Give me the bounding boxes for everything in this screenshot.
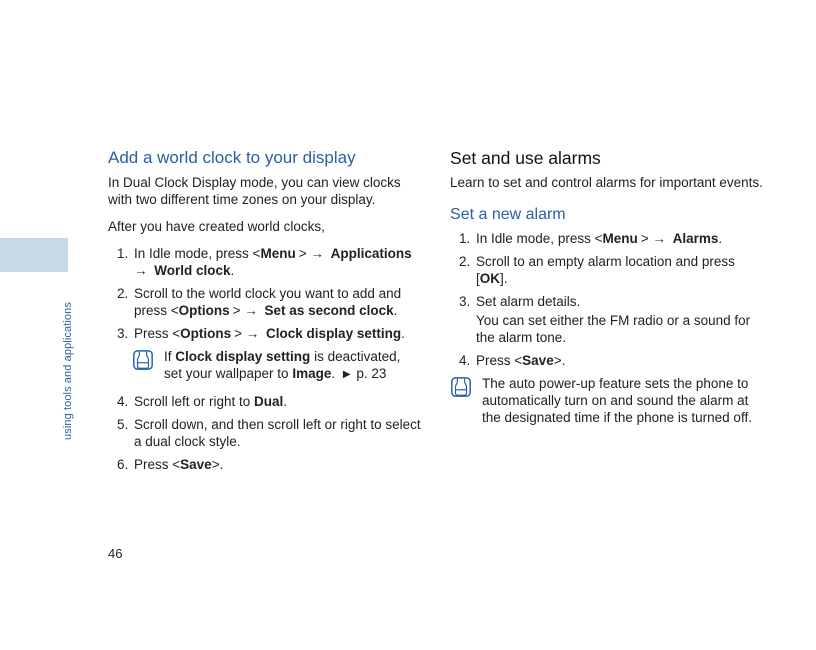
left-intro-1: In Dual Clock Display mode, you can view… (108, 174, 422, 208)
arrow-icon: > → (231, 326, 266, 341)
text: >. (212, 457, 224, 472)
arrow-icon: > → (638, 231, 673, 246)
text: . (331, 366, 339, 381)
left-step-4: Scroll left or right to Dual. (132, 393, 422, 410)
clock-display-setting-key: Clock display setting (266, 326, 401, 341)
left-step-3: Press <Options> → Clock display setting. (132, 325, 422, 342)
text: . (231, 263, 235, 278)
text: . (401, 326, 405, 341)
image-key: Image (292, 366, 331, 381)
second-clock-key: Set as second clock (265, 303, 394, 318)
note-icon (450, 376, 472, 398)
menu-key: Menu (602, 231, 637, 246)
text: Press < (134, 326, 180, 341)
text: Scroll left or right to (134, 394, 254, 409)
alarms-key: Alarms (673, 231, 719, 246)
text: . (394, 303, 398, 318)
text: Set alarm details. (476, 294, 580, 309)
text: . (283, 394, 287, 409)
side-tab-background (0, 238, 68, 272)
text: You can set either the FM radio or a sou… (476, 312, 768, 346)
left-steps-list: In Idle mode, press <Menu> → Application… (108, 245, 422, 342)
left-steps-list-continued: Scroll left or right to Dual. Scroll dow… (108, 393, 422, 473)
right-subheading: Set a new alarm (450, 205, 768, 224)
right-step-2: Scroll to an empty alarm location and pr… (474, 253, 768, 287)
clock-display-setting-key: Clock display setting (175, 349, 310, 364)
text: In Idle mode, press < (476, 231, 602, 246)
arrow-icon: > → (230, 303, 265, 318)
text: In Idle mode, press < (134, 246, 260, 261)
right-note-text: The auto power-up feature sets the phone… (482, 375, 768, 426)
left-note: If Clock display setting is deactivated,… (132, 348, 422, 383)
text: . (718, 231, 722, 246)
note-icon (132, 349, 154, 371)
text: Press < (476, 353, 522, 368)
options-key: Options (180, 326, 231, 341)
menu-key: Menu (260, 246, 295, 261)
left-note-text: If Clock display setting is deactivated,… (164, 348, 422, 383)
left-column: Add a world clock to your display In Dua… (108, 148, 422, 479)
triangle-icon: ▶ (339, 369, 353, 380)
page-number: 46 (108, 546, 122, 561)
arrow-icon: > → (296, 246, 331, 261)
right-step-1: In Idle mode, press <Menu> → Alarms. (474, 230, 768, 247)
right-column: Set and use alarms Learn to set and cont… (450, 148, 768, 479)
right-intro: Learn to set and control alarms for impo… (450, 174, 768, 191)
text: >. (554, 353, 566, 368)
options-key: Options (179, 303, 230, 318)
note-page-ref: p. 23 (353, 366, 387, 381)
right-step-4: Press <Save>. (474, 352, 768, 369)
ok-key: OK (480, 271, 500, 286)
left-step-6: Press <Save>. (132, 456, 422, 473)
left-step-2: Scroll to the world clock you want to ad… (132, 285, 422, 319)
left-step-5: Scroll down, and then scroll left or rig… (132, 416, 422, 450)
text: If (164, 349, 175, 364)
text: Scroll to an empty alarm location and pr… (476, 254, 735, 286)
right-step-3: Set alarm details. You can set either th… (474, 293, 768, 346)
text: Press < (134, 457, 180, 472)
save-key: Save (180, 457, 212, 472)
left-intro-2: After you have created world clocks, (108, 218, 422, 235)
left-step-1: In Idle mode, press <Menu> → Application… (132, 245, 422, 279)
right-note: The auto power-up feature sets the phone… (450, 375, 768, 426)
side-section-label: using tools and applications (61, 280, 75, 440)
right-heading: Set and use alarms (450, 148, 768, 168)
right-steps-list: In Idle mode, press <Menu> → Alarms. Scr… (450, 230, 768, 369)
left-heading: Add a world clock to your display (108, 148, 422, 168)
applications-key: Applications (331, 246, 412, 261)
text: ]. (500, 271, 508, 286)
page-content: Add a world clock to your display In Dua… (108, 148, 768, 479)
dual-key: Dual (254, 394, 283, 409)
world-clock-key: World clock (154, 263, 230, 278)
save-key: Save (522, 353, 554, 368)
